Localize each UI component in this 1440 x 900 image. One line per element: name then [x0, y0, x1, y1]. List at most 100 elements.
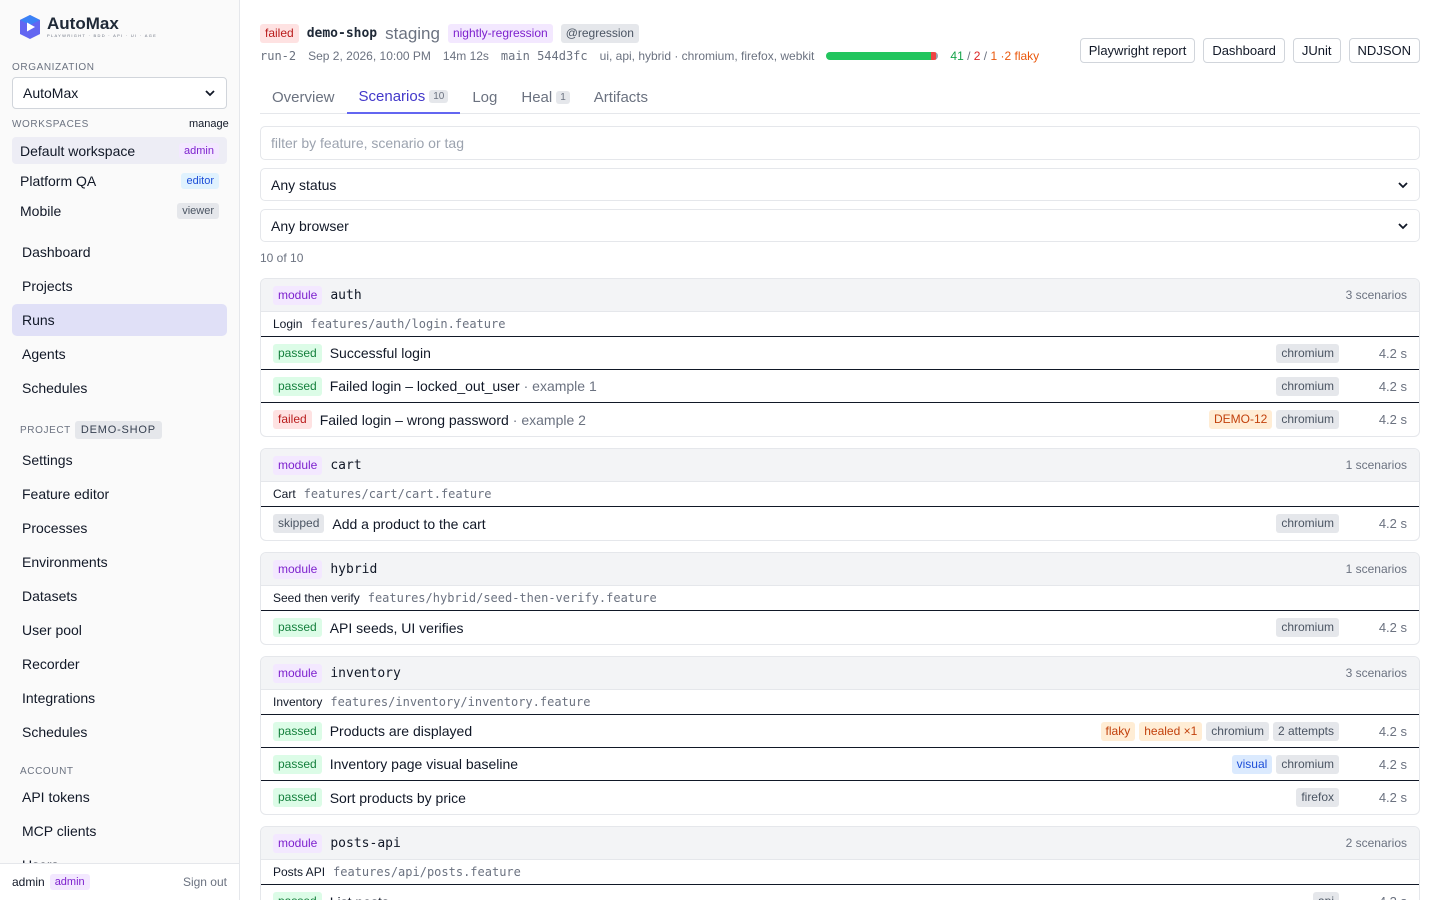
nav-integrations[interactable]: Integrations — [12, 682, 227, 714]
tab-label: Log — [472, 88, 498, 106]
group-header[interactable]: module cart 1 scenarios — [261, 449, 1419, 482]
organization-label: ORGANIZATION — [12, 62, 95, 73]
project-name-pill[interactable]: DEMO-SHOP — [74, 421, 162, 439]
scenario-title: Failed login – locked_out_user · example … — [330, 378, 597, 394]
run-id: run-2 — [260, 49, 297, 63]
scenario-status-badge: passed — [273, 376, 322, 396]
project-section-label: PROJECT DEMO-SHOP — [20, 421, 162, 439]
scenario-name: API seeds, UI verifies — [329, 619, 464, 636]
tab-heal[interactable]: Heal 1 — [509, 80, 581, 114]
nav-project-schedules[interactable]: Schedules — [12, 716, 227, 748]
chevron-down-icon — [1398, 181, 1408, 188]
nav-mcp-clients[interactable]: MCP clients — [12, 815, 227, 847]
scenario-tag: chromium — [1276, 514, 1339, 533]
scenario-tag: flaky — [1100, 721, 1136, 741]
dashboard-button[interactable]: Dashboard — [1203, 38, 1285, 63]
playwright-report-button[interactable]: Playwright report — [1079, 38, 1196, 63]
scenario-status-badge: passed — [273, 788, 322, 807]
scenario-status-badge: passed — [273, 343, 322, 363]
group-header[interactable]: module auth 3 scenarios — [261, 279, 1419, 312]
nav-agents[interactable]: Agents — [12, 338, 227, 370]
nav-environments[interactable]: Environments — [12, 546, 227, 578]
scenario-row[interactable]: passed Successful login chromium 4.2 s — [261, 337, 1419, 370]
browser-select-value: Any browser — [271, 217, 349, 234]
scenario-row[interactable]: passed Products are displayed flaky healed … — [261, 715, 1419, 748]
module-name: cart — [330, 457, 362, 473]
feature-name: Posts API — [273, 865, 326, 879]
scenario-name: Failed login – wrong password — [319, 411, 509, 428]
count-flaky: ·2 flaky — [1000, 49, 1040, 63]
tab-scenarios[interactable]: Scenarios 10 — [346, 80, 461, 114]
logo-tagline: PLAYWRIGHT · BDD · API · UI · AGE — [47, 33, 158, 38]
nav-settings[interactable]: Settings — [12, 444, 227, 476]
scenario-tags: chromium — [1276, 343, 1339, 363]
junit-button[interactable]: JUnit — [1292, 38, 1341, 63]
nav-datasets[interactable]: Datasets — [12, 580, 227, 612]
scenario-title: API seeds, UI verifies — [330, 620, 464, 636]
status-select[interactable]: Any status — [260, 168, 1420, 201]
run-tabs: Overview Scenarios 10 Log Heal 1 Artifacts — [260, 80, 1420, 114]
user-role-badge: admin — [49, 874, 90, 890]
result-count: 10 of 10 — [260, 251, 304, 265]
scenario-duration: 4.2 s — [1378, 620, 1407, 635]
scenario-tag: visual — [1231, 754, 1273, 774]
scenario-row[interactable]: passed List posts api 4.2 s — [261, 885, 1419, 900]
scenario-status-badge: failed — [273, 410, 312, 429]
group-header[interactable]: module hybrid 1 scenarios — [261, 553, 1419, 586]
feature-row: Login features/auth/login.feature — [261, 312, 1419, 337]
nav-api-tokens[interactable]: API tokens — [12, 781, 227, 813]
scenario-example: · example 1 — [523, 378, 597, 394]
logo[interactable]: AutoMax PLAYWRIGHT · BDD · API · UI · AG… — [18, 14, 157, 40]
tab-overview[interactable]: Overview — [260, 80, 347, 114]
run-date: Sep 2, 2026, 10:00 PM — [308, 49, 431, 63]
module-badge: module — [273, 833, 323, 853]
run-commit: 544d3fc — [537, 49, 588, 63]
scenario-row[interactable]: passed API seeds, UI verifies chromium 4.2 … — [261, 611, 1419, 644]
nav-user-pool[interactable]: User pool — [12, 614, 227, 646]
browser-select[interactable]: Any browser — [260, 209, 1420, 242]
project-label: PROJECT — [20, 424, 71, 436]
nav-recorder[interactable]: Recorder — [12, 648, 227, 680]
workspace-item-platform-qa[interactable]: Platform QA editor — [12, 167, 227, 194]
workspace-item-mobile[interactable]: Mobile viewer — [12, 197, 227, 224]
scenario-filter-input[interactable]: filter by feature, scenario or tag — [260, 126, 1420, 160]
nav-runs[interactable]: Runs — [12, 304, 227, 336]
main-content: failed demo-shop staging nightly-regress… — [260, 0, 1420, 900]
nav-feature-editor[interactable]: Feature editor — [12, 478, 227, 510]
sign-out-link[interactable]: Sign out — [183, 875, 227, 889]
run-meta: run-2 Sep 2, 2026, 10:00 PM 14m 12s main… — [260, 48, 1039, 64]
scenario-row[interactable]: passed Inventory page visual baseline visu… — [261, 748, 1419, 781]
scenario-group: module inventory 3 scenarios Inventory featu… — [260, 656, 1420, 815]
scenario-row[interactable]: failed Failed login – wrong password · exa… — [261, 403, 1419, 436]
group-header[interactable]: module posts-api 2 scenarios — [261, 827, 1419, 860]
organization-select[interactable]: AutoMax — [12, 77, 227, 109]
nav-processes[interactable]: Processes — [12, 512, 227, 544]
count-passed: 41 — [950, 49, 964, 63]
scenario-row[interactable]: passed Failed login – locked_out_user · ex… — [261, 370, 1419, 403]
scenario-group: module cart 1 scenarios Cart features/cart/c… — [260, 448, 1420, 541]
run-counts: 41 / 2 / 1 ·2 flaky — [950, 49, 1040, 63]
workspace-role-badge: editor — [181, 172, 219, 189]
scenario-row[interactable]: passed Sort products by price firefox 4.2 s — [261, 781, 1419, 814]
scenario-example: · example 2 — [512, 411, 586, 428]
tab-log[interactable]: Log — [460, 80, 509, 114]
group-header[interactable]: module inventory 3 scenarios — [261, 657, 1419, 690]
scenario-row[interactable]: skipped Add a product to the cart chromium… — [261, 507, 1419, 540]
scenario-title: List posts — [330, 894, 389, 900]
workspace-item-default[interactable]: Default workspace admin — [12, 137, 227, 164]
nav-schedules[interactable]: Schedules — [12, 372, 227, 404]
scenario-tag: chromium — [1206, 721, 1269, 741]
scenario-tag: firefox — [1296, 788, 1339, 807]
run-project[interactable]: demo-shop — [307, 26, 377, 41]
nav-projects[interactable]: Projects — [12, 270, 227, 302]
tab-artifacts[interactable]: Artifacts — [582, 80, 660, 114]
manage-workspaces-link[interactable]: manage — [189, 118, 229, 130]
scenario-name: List posts — [330, 894, 389, 900]
run-branch: main — [500, 49, 530, 63]
module-badge: module — [273, 663, 323, 683]
run-environment: staging — [385, 23, 440, 43]
ndjson-button[interactable]: NDJSON — [1348, 38, 1420, 63]
run-header: failed demo-shop staging nightly-regress… — [260, 23, 639, 44]
feature-row: Seed then verify features/hybrid/seed-the… — [261, 586, 1419, 611]
nav-dashboard[interactable]: Dashboard — [12, 236, 227, 268]
